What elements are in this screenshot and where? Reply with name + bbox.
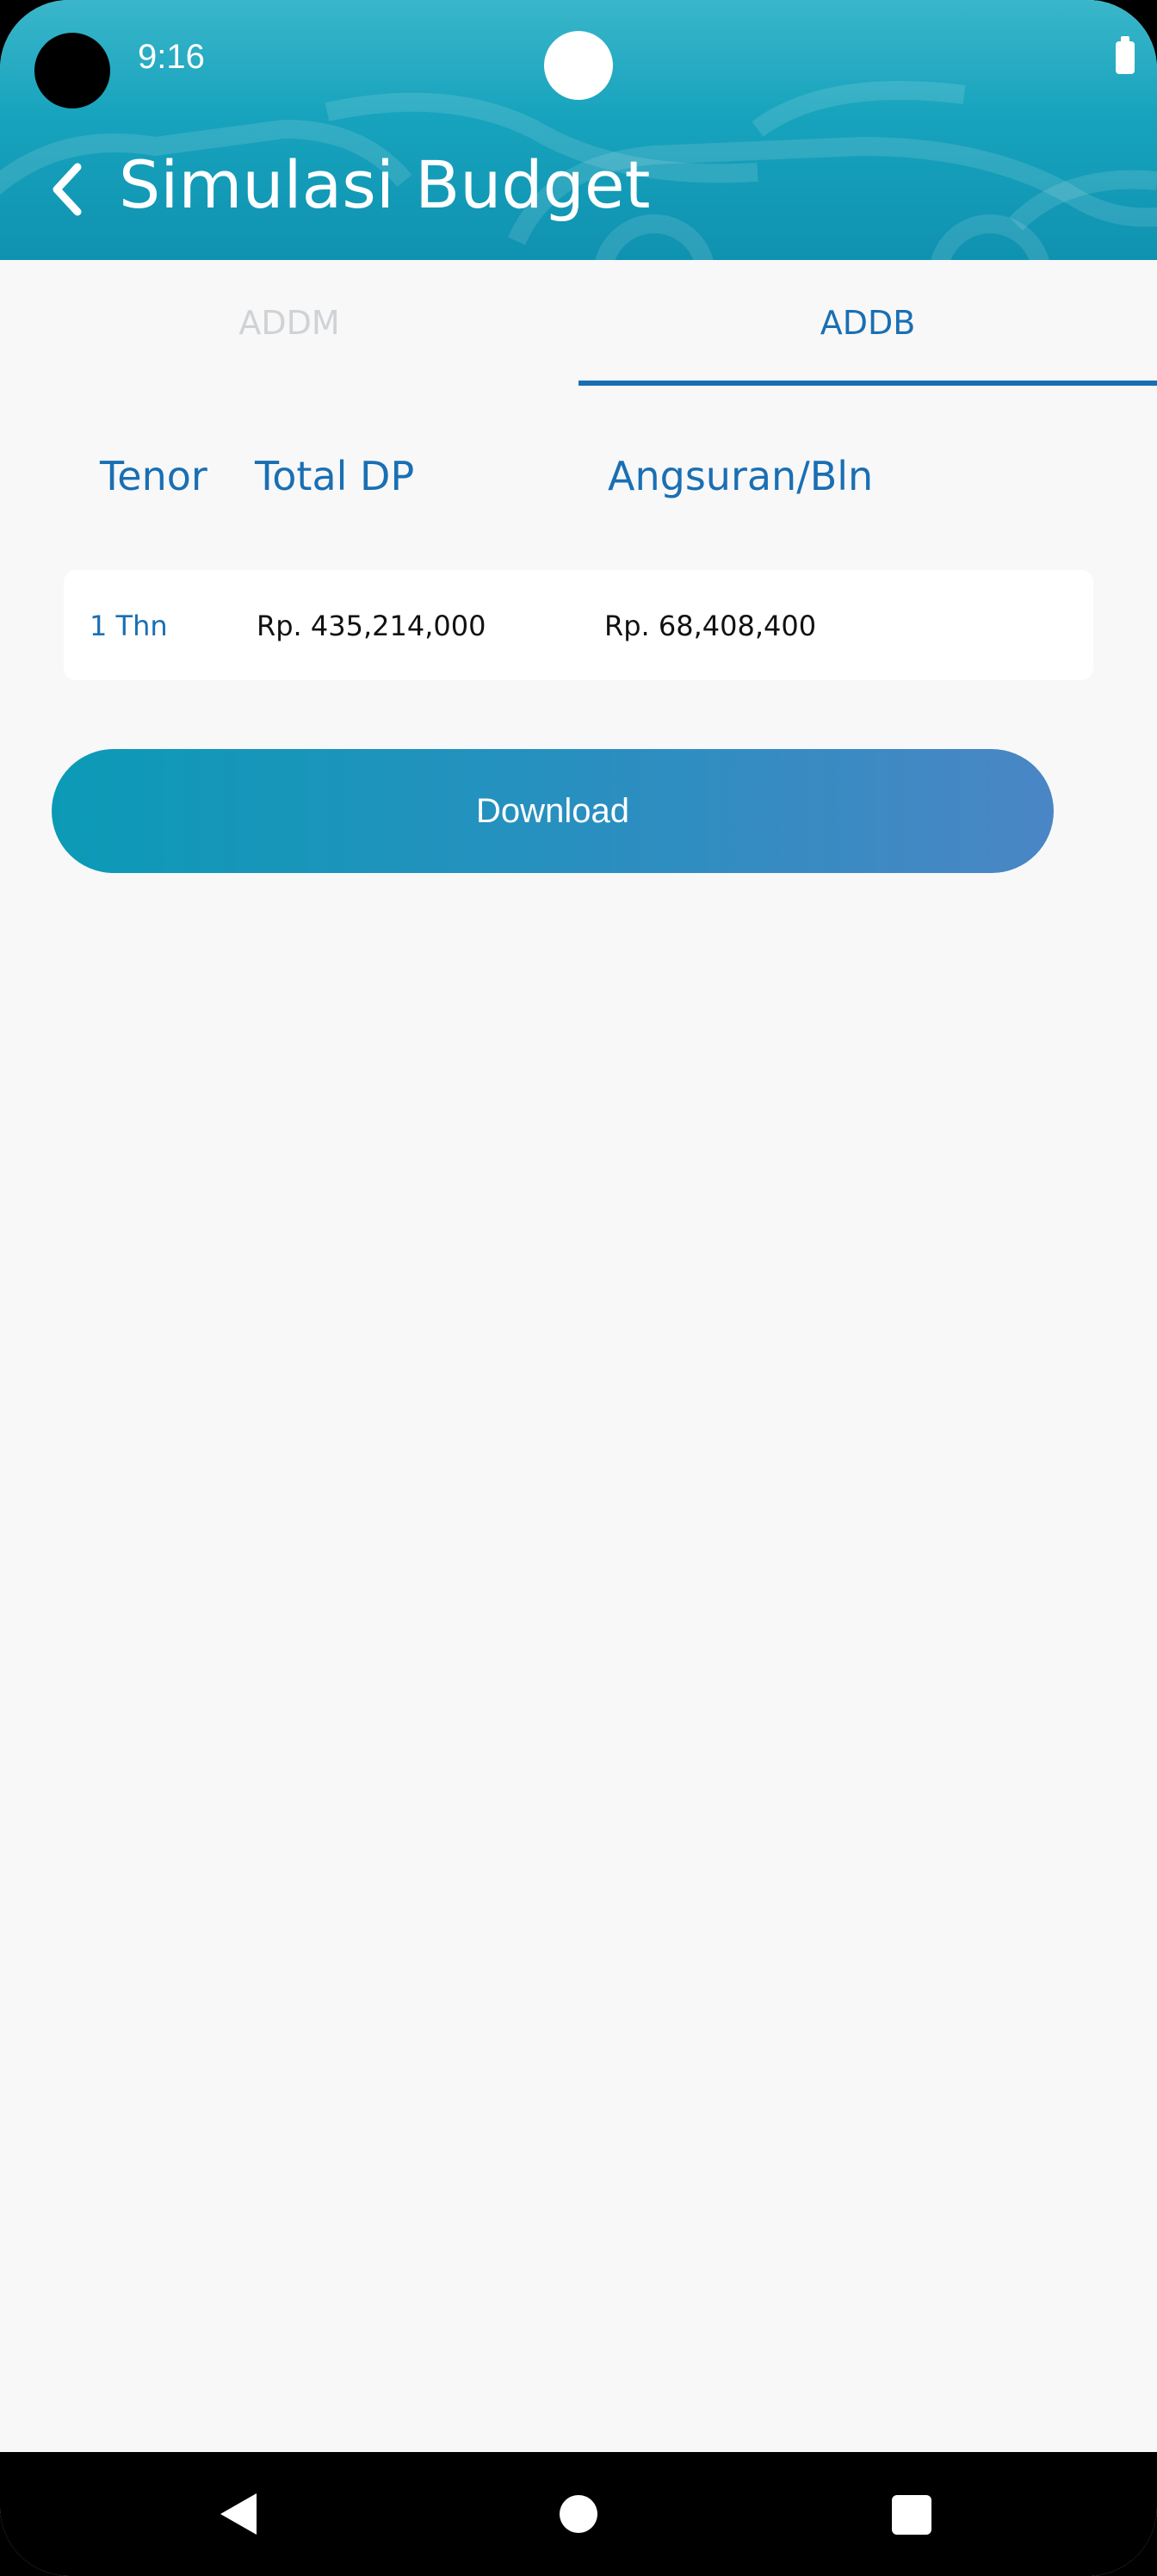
tab-addm[interactable]: ADDM (0, 260, 578, 386)
row-tenor: 1 Thn (90, 610, 168, 642)
nav-recents-icon[interactable] (892, 2495, 931, 2535)
tab-bar: ADDM ADDB (0, 260, 1157, 386)
column-header-tenor: Tenor (100, 453, 207, 499)
back-button[interactable] (41, 155, 93, 224)
column-header-angsuran: Angsuran/Bln (608, 453, 874, 499)
battery-icon (1116, 36, 1135, 74)
status-bar: 9:16 (0, 0, 1157, 117)
row-total-dp: Rp. 435,214,000 (257, 610, 486, 642)
nav-back-icon[interactable] (220, 2493, 257, 2535)
app-screen: 9:16 Simulasi Budget ADDM ADDB Tenor Tot… (0, 0, 1157, 2576)
download-button[interactable]: Download (52, 749, 1054, 873)
page-title: Simulasi Budget (119, 146, 651, 223)
table-row: 1 Thn Rp. 435,214,000 Rp. 68,408,400 (64, 570, 1093, 680)
column-header-total-dp: Total DP (255, 453, 415, 499)
nav-home-icon[interactable] (560, 2495, 597, 2533)
tab-addb[interactable]: ADDB (578, 260, 1157, 386)
chevron-left-icon (53, 163, 82, 216)
notification-dot (544, 31, 613, 100)
app-header: 9:16 Simulasi Budget (0, 0, 1157, 260)
system-nav-bar (0, 2452, 1157, 2576)
status-time: 9:16 (138, 38, 205, 76)
camera-cutout (34, 33, 110, 108)
row-angsuran: Rp. 68,408,400 (604, 610, 817, 642)
